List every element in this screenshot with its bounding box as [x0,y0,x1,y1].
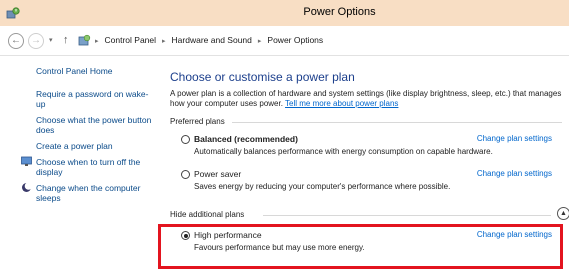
sidebar-item-control-panel-home[interactable]: Control Panel Home [36,66,156,76]
forward-arrow-icon: → [31,35,41,46]
sidebar-item-turn-off-display[interactable]: Choose when to turn off the display [36,157,156,177]
plan-name-balanced: Balanced (recommended) [194,134,298,144]
plan-name-power-saver: Power saver [194,169,242,179]
up-level-icon[interactable]: ↑ [63,34,69,46]
chevron-up-icon: ▲ [560,210,567,217]
divider [263,215,551,216]
power-saver-radio[interactable] [181,170,190,179]
sidebar-item-power-button[interactable]: Choose what the power button does [36,115,156,135]
moon-icon [22,182,32,192]
breadcrumb-separator: ▸ [95,38,99,45]
preferred-plans-header: Preferred plans [170,117,225,126]
window-title: Power Options [303,6,376,18]
breadcrumb-hardware-and-sound[interactable]: Hardware and Sound [172,35,252,45]
plan-desc-power-saver: Saves energy by reducing your computer's… [194,182,451,191]
balanced-radio[interactable] [181,135,190,144]
forward-button[interactable]: → [28,33,44,49]
title-bar: Power Options [0,0,569,26]
display-icon [21,156,32,166]
page-title: Choose or customise a power plan [170,70,355,84]
hide-additional-plans-header[interactable]: Hide additional plans [170,210,244,220]
change-plan-settings-power-saver-link[interactable]: Change plan settings [477,169,552,178]
control-panel-icon [78,34,91,46]
sidebar-item-computer-sleeps[interactable]: Change when the computer sleeps [36,183,156,203]
sidebar-item-create-plan[interactable]: Create a power plan [36,141,156,151]
change-plan-settings-balanced-link[interactable]: Change plan settings [477,134,552,143]
breadcrumb-control-panel[interactable]: Control Panel [105,35,157,45]
address-bar: ← → ▾ ↑ ▸ Control Panel ▸ Hardware and Soun… [0,26,569,56]
collapse-plans-button[interactable]: ▲ [557,207,569,220]
plan-desc-balanced: Automatically balances performance with … [194,147,493,156]
sidebar-item-require-password[interactable]: Require a password on wake-up [36,89,156,109]
breadcrumb: ▸ Control Panel ▸ Hardware and Sound ▸ Power … [95,35,323,45]
page-description: A power plan is a collection of hardware… [170,89,562,108]
back-arrow-icon: ← [11,35,21,46]
back-button[interactable]: ← [8,33,24,49]
breadcrumb-power-options[interactable]: Power Options [267,35,323,45]
divider [232,122,562,123]
sidebar: Control Panel Home Require a password on… [0,56,160,279]
breadcrumb-separator: ▸ [162,38,166,45]
highlight-box [158,224,563,269]
recent-locations-dropdown-icon[interactable]: ▾ [49,36,53,44]
tell-me-more-link[interactable]: Tell me more about power plans [285,99,398,108]
breadcrumb-separator: ▸ [257,38,262,45]
